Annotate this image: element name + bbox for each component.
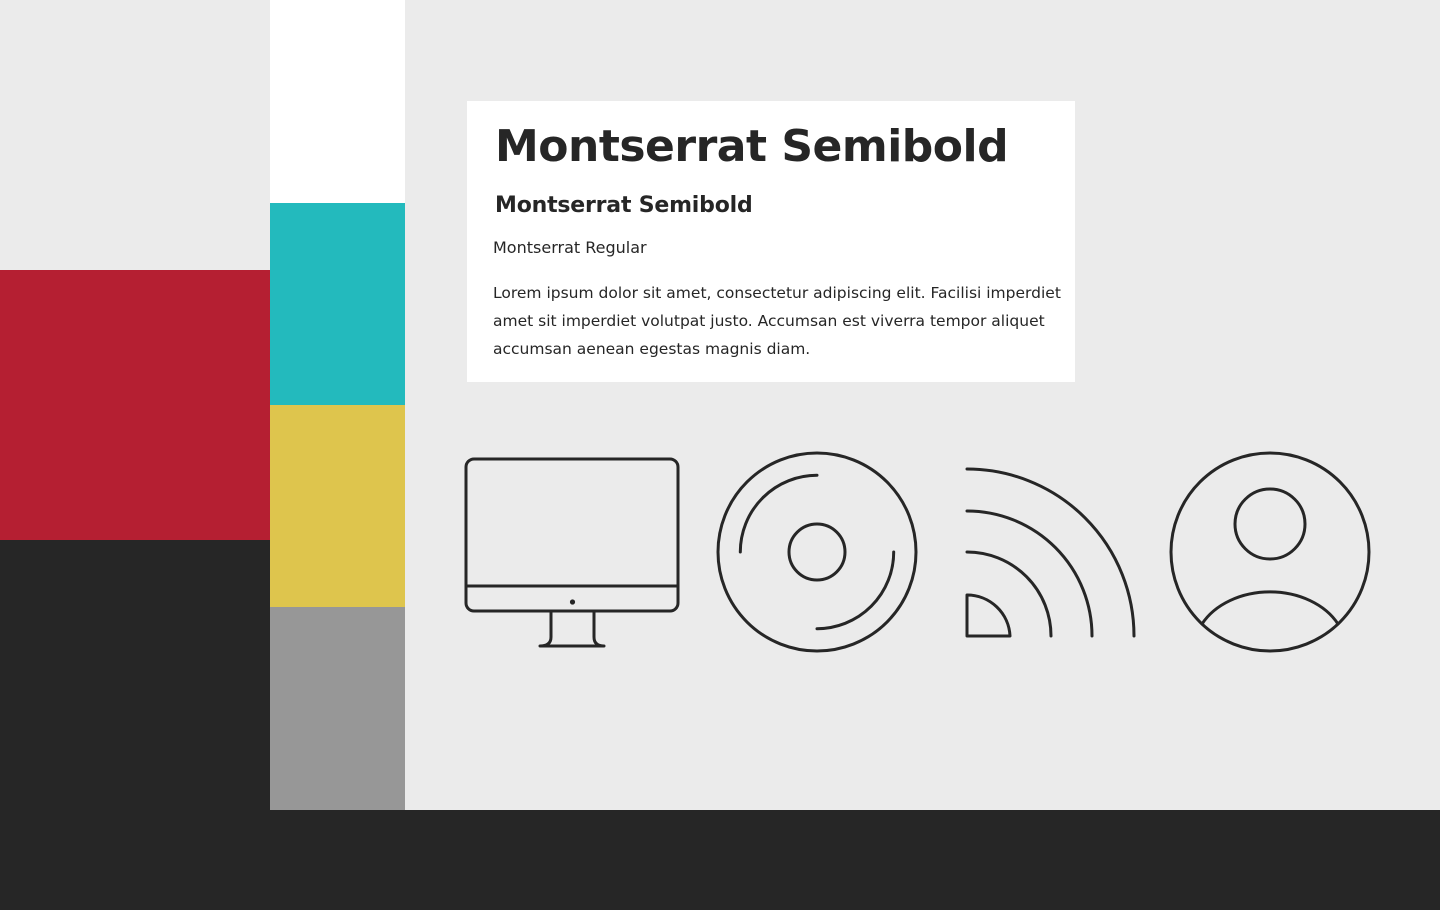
body-paragraph: Lorem ipsum dolor sit amet, consectetur … (493, 284, 1061, 358)
dark-swatch (0, 540, 270, 810)
label-regular: Montserrat Regular (493, 238, 647, 257)
user-icon (1166, 448, 1374, 656)
yellow-swatch (270, 405, 405, 607)
gray-swatch (270, 607, 405, 810)
footer-bar (0, 810, 1440, 910)
rss-icon (960, 462, 1144, 642)
monitor-icon (460, 452, 686, 652)
disc-icon (713, 448, 921, 656)
white-swatch (270, 0, 405, 203)
heading-medium: Montserrat Semibold (495, 193, 753, 218)
teal-swatch (270, 203, 405, 405)
red-swatch (0, 270, 270, 540)
typography-card: Montserrat Semibold Montserrat Semibold … (467, 101, 1075, 382)
heading-large: Montserrat Semibold (495, 121, 1009, 172)
